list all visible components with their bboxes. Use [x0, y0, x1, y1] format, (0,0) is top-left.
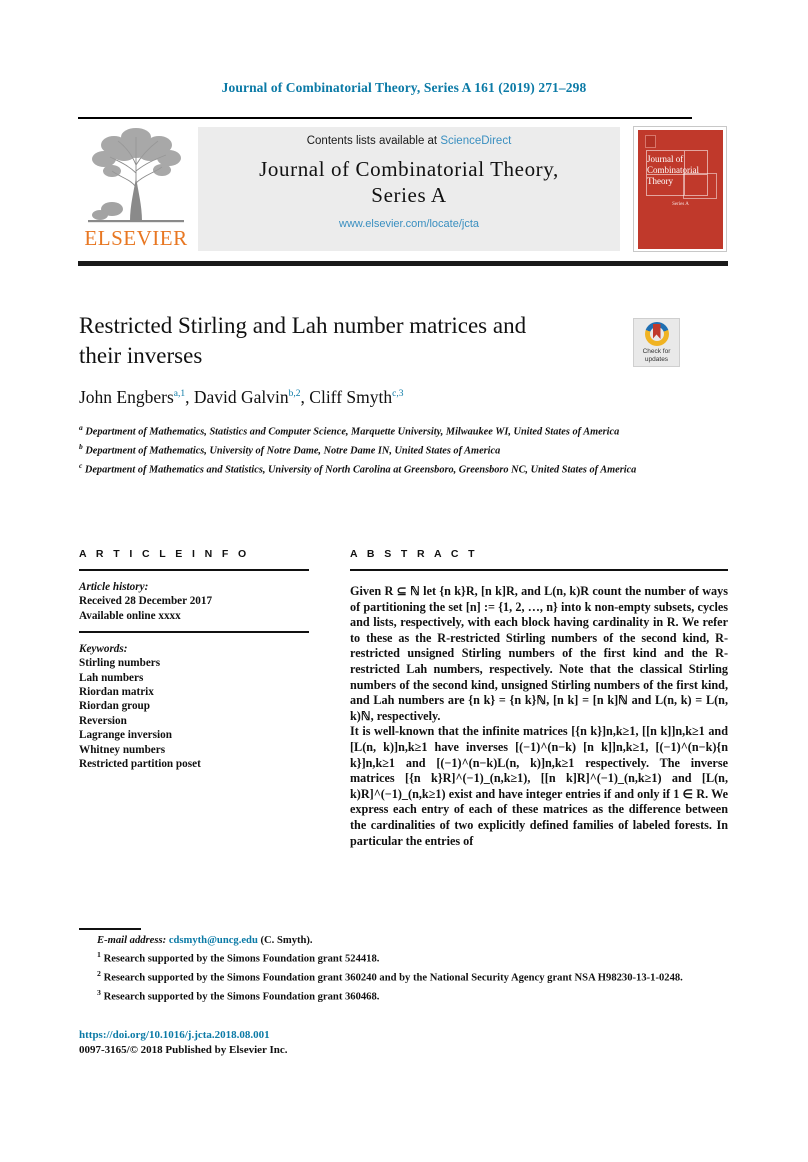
crossmark-bookmark-shape	[652, 324, 661, 339]
email-suffix: (C. Smyth).	[260, 935, 313, 946]
article-info-rule-top	[79, 569, 309, 571]
crossmark-badge-icon	[644, 322, 669, 346]
affiliation-text-2: Department of Mathematics and Statistics…	[84, 464, 637, 476]
footnote-3: 3 Research supported by the Simons Found…	[79, 986, 729, 1005]
affiliation-1: b Department of Mathematics, University …	[79, 440, 639, 459]
footnote-text-1: Research supported by the Simons Foundat…	[103, 953, 380, 965]
author-marks-0: a,1	[173, 389, 186, 400]
sciencedirect-link[interactable]: ScienceDirect	[440, 135, 511, 147]
journal-homepage-link[interactable]: www.elsevier.com/locate/jcta	[198, 218, 620, 230]
affiliation-mark-1: b	[79, 442, 83, 452]
cover-title-line1: Journal of	[647, 154, 684, 164]
affiliation-0: a Department of Mathematics, Statistics …	[79, 421, 639, 440]
author-list: John Engbersa,1, David Galvinb,2, Cliff …	[79, 387, 404, 407]
article-info-rule-mid	[79, 631, 309, 633]
affiliation-mark-2: c	[79, 461, 83, 471]
keyword-6: Whitney numbers	[79, 743, 166, 756]
elsevier-tree-icon	[88, 128, 184, 223]
article-history-0: Received 28 December 2017	[79, 595, 213, 608]
affiliation-mark-0: a	[79, 423, 83, 432]
abstract-paragraph-1: Given R ⊆ ℕ let {n k}R, [n k]R, and L(n,…	[350, 584, 728, 723]
cover-series-label: Series A	[672, 202, 689, 207]
copyright-line: 0097-3165/© 2018 Published by Elsevier I…	[79, 1044, 288, 1056]
footnote-mark-2: 2	[97, 969, 101, 979]
article-history-1: Available online xxxx	[79, 609, 181, 622]
elsevier-logo: ELSEVIER	[80, 125, 192, 255]
cover-title: Journal of Combinatorial Theory	[647, 154, 721, 187]
abstract-column: A B S T R A C T Given R ⊆ ℕ let {n k}R, …	[350, 548, 728, 849]
banner-bottom-rule	[78, 261, 728, 266]
journal-title-line2: Series A	[371, 183, 447, 207]
affiliation-2: c Department of Mathematics and Statisti…	[79, 459, 639, 478]
article-first-page: Journal of Combinatorial Theory, Series …	[0, 0, 808, 1162]
footnote-email: E-mail address: cdsmyth@uncg.edu (C. Smy…	[79, 934, 729, 948]
publisher-seal-icon	[645, 135, 656, 148]
crossmark-label-line2: updates	[644, 356, 669, 363]
keyword-5: Lagrange inversion	[79, 729, 172, 742]
abstract-heading: A B S T R A C T	[350, 548, 478, 560]
elsevier-wordmark: ELSEVIER	[84, 226, 188, 250]
affiliation-list: a Department of Mathematics, Statistics …	[79, 421, 639, 478]
journal-title: Journal of Combinatorial Theory, Series …	[198, 156, 620, 208]
keyword-1: Lah numbers	[79, 671, 144, 684]
affiliation-text-1: Department of Mathematics, University of…	[85, 445, 501, 457]
footnote-list: E-mail address: cdsmyth@uncg.edu (C. Smy…	[79, 934, 729, 1005]
crossmark-badge[interactable]: Check for updates	[633, 318, 680, 367]
footnote-1: 1 Research supported by the Simons Found…	[79, 948, 729, 967]
keyword-0: Stirling numbers	[79, 657, 161, 670]
keyword-7: Restricted partition poset	[79, 758, 201, 771]
crossmark-label: Check for updates	[634, 348, 679, 364]
email-link[interactable]: cdsmyth@uncg.edu	[169, 935, 258, 946]
footnote-mark-1: 1	[97, 950, 101, 960]
email-label: E-mail address:	[97, 935, 167, 946]
contents-prefix: Contents lists available at	[306, 135, 441, 147]
journal-cover-image: Journal of Combinatorial Theory Series A	[638, 130, 723, 249]
cover-title-line3: Theory	[647, 176, 673, 186]
journal-cover-thumbnail[interactable]: Journal of Combinatorial Theory Series A	[633, 126, 727, 252]
contents-available-line: Contents lists available at ScienceDirec…	[198, 135, 620, 147]
footnote-mark-3: 3	[97, 988, 101, 998]
footnote-text-3: Research supported by the Simons Foundat…	[103, 991, 380, 1003]
keyword-4: Reversion	[79, 714, 127, 727]
author-name-0: John Engbers	[79, 387, 174, 407]
abstract-paragraph-2: It is well-known that the infinite matri…	[350, 724, 728, 848]
doi-link[interactable]: https://doi.org/10.1016/j.jcta.2018.08.0…	[79, 1028, 579, 1043]
footer-block: https://doi.org/10.1016/j.jcta.2018.08.0…	[79, 1028, 579, 1058]
keywords-label: Keywords:	[79, 642, 128, 655]
footnote-2: 2 Research supported by the Simons Found…	[79, 967, 729, 986]
article-info-column: A R T I C L E I N F O Article history: R…	[79, 548, 309, 771]
banner-top-rule	[78, 117, 692, 119]
article-history-label: Article history:	[79, 581, 149, 593]
contents-banner: Contents lists available at ScienceDirec…	[198, 127, 620, 251]
journal-title-line1: Journal of Combinatorial Theory,	[259, 157, 559, 181]
affiliation-text-0: Department of Mathematics, Statistics an…	[85, 426, 620, 438]
footnote-text-2: Research supported by the Simons Foundat…	[103, 972, 683, 984]
footnote-rule	[79, 928, 141, 930]
article-info-heading: A R T I C L E I N F O	[79, 548, 250, 560]
abstract-rule	[350, 569, 728, 571]
author-marks-2: c,3	[392, 389, 404, 400]
page-title: Restricted Stirling and Lah number matri…	[79, 313, 527, 368]
author-marks-1: b,2	[288, 389, 301, 400]
keyword-2: Riordan matrix	[79, 686, 154, 699]
cover-title-line2: Combinatorial	[647, 165, 699, 175]
abstract-body: Given R ⊆ ℕ let {n k}R, [n k]R, and L(n,…	[350, 584, 728, 849]
author-name-1: David Galvin	[193, 387, 289, 407]
author-name-2: Cliff Smyth	[309, 387, 393, 407]
crossmark-label-line1: Check for	[642, 348, 671, 355]
article-history-block: Article history: Received 28 December 20…	[79, 580, 309, 623]
running-head: Journal of Combinatorial Theory, Series …	[221, 80, 587, 95]
keyword-3: Riordan group	[79, 700, 150, 713]
keywords-block: Keywords: Stirling numbers Lah numbers R…	[79, 642, 309, 772]
